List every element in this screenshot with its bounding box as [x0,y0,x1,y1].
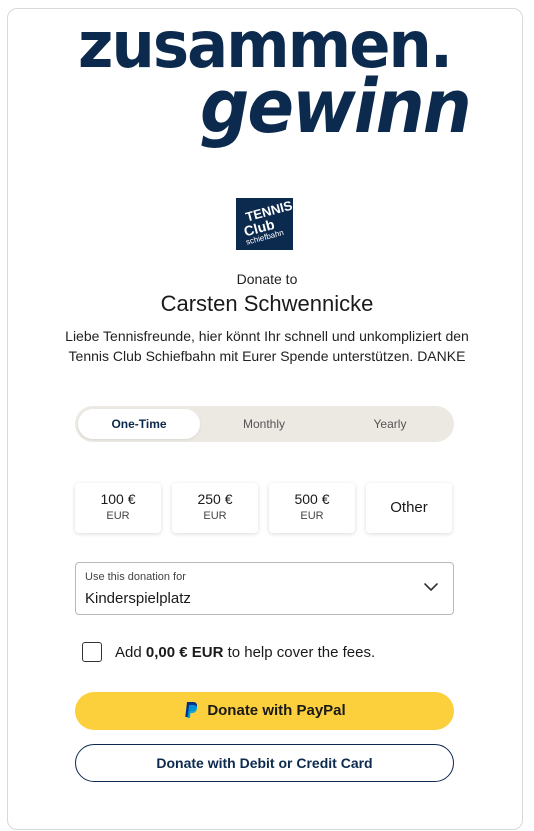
fee-prefix: Add [115,644,146,661]
fee-amount: 0,00 € EUR [145,644,224,661]
amount-value: 500 € [294,491,330,507]
other-amount-label: Other [390,499,428,516]
amount-currency: EUR [300,510,324,522]
tennis-club-logo: TENNIS Club schiefbahn [236,198,293,250]
paypal-button-content: Donate with PayPal [183,701,346,719]
donate-to-label: Donate to [236,271,298,287]
recipient-name: Carsten Schwennicke [160,291,374,316]
cover-fees-checkbox[interactable] [82,642,102,662]
amount-option-100[interactable]: 100 € EUR [75,483,161,533]
donation-purpose-select[interactable]: Use this donation for Kinderspielplatz [75,562,454,615]
tab-monthly[interactable]: Monthly [203,409,325,439]
donate-card-button[interactable]: Donate with Debit or Credit Card [75,744,454,782]
amount-value: 250 € [197,491,233,507]
donate-paypal-button[interactable]: Donate with PayPal [75,692,454,730]
campaign-description: Liebe Tennisfreunde, hier könnt Ihr schn… [65,328,469,364]
amount-option-250[interactable]: 250 € EUR [172,483,258,533]
chevron-down-icon [424,583,438,591]
purpose-label: Use this donation for [85,571,186,583]
fee-suffix: to help cover the fees. [223,644,376,661]
paypal-icon [185,702,198,718]
amount-currency: EUR [203,510,227,522]
purpose-value: Kinderspielplatz [85,590,191,607]
amount-currency: EUR [106,510,130,522]
paypal-button-label: Donate with PayPal [207,702,346,719]
amount-value: 100 € [100,491,136,507]
tab-one-time[interactable]: One-Time [78,409,200,439]
frequency-toggle: One-Time Monthly Yearly [75,406,454,442]
campaign-banner: zusammen. gewinn [0,0,534,170]
cover-fees-text: Add 0,00 € EUR to help cover the fees. [115,644,375,661]
banner-line-2: gewinn [200,64,472,150]
tab-yearly[interactable]: Yearly [329,409,451,439]
amount-option-other[interactable]: Other [366,483,452,533]
amount-option-500[interactable]: 500 € EUR [269,483,355,533]
